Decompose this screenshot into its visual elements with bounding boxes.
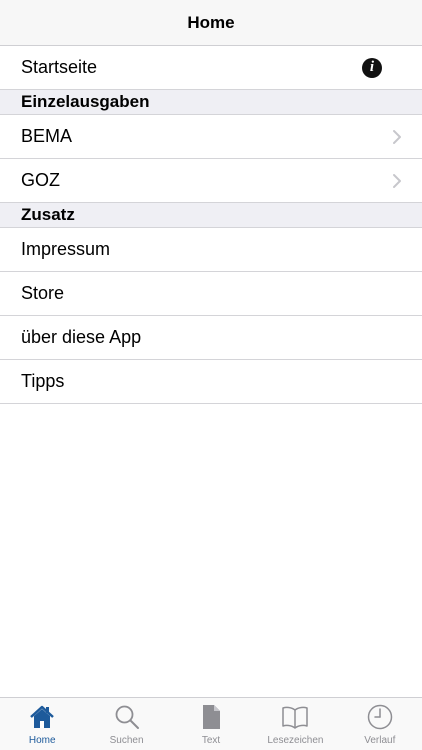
document-icon	[203, 705, 221, 729]
tab-label: Suchen	[109, 735, 144, 746]
navigation-bar: Home	[0, 0, 422, 46]
chevron-right-icon	[393, 129, 401, 144]
list-item-label: Startseite	[21, 57, 98, 77]
list-item-about[interactable]: über diese App	[0, 316, 422, 360]
tab-suchen[interactable]: Suchen	[84, 698, 168, 750]
section-header-label: Einzelausgaben	[21, 92, 150, 111]
tab-bar: Home Suchen Text Lesezeichen Verlauf	[0, 697, 422, 750]
list-item-label: Store	[21, 283, 65, 303]
section-header-label: Zusatz	[21, 205, 75, 224]
menu-list: Startseite i Einzelausgaben BEMA GOZ Zus…	[0, 46, 422, 404]
house-icon	[30, 705, 55, 728]
section-header-einzelausgaben: Einzelausgaben	[0, 90, 422, 115]
tab-text[interactable]: Text	[169, 698, 253, 750]
list-item-label: Impressum	[21, 239, 111, 259]
list-item-impressum[interactable]: Impressum	[0, 228, 422, 272]
list-item-store[interactable]: Store	[0, 272, 422, 316]
tab-label: Verlauf	[364, 735, 396, 746]
tab-label: Text	[201, 735, 221, 746]
tab-verlauf[interactable]: Verlauf	[338, 698, 422, 750]
list-item-startseite[interactable]: Startseite i	[0, 46, 422, 90]
list-item-bema[interactable]: BEMA	[0, 115, 422, 159]
list-item-label: GOZ	[21, 170, 60, 190]
list-item-goz[interactable]: GOZ	[0, 159, 422, 203]
list-item-label: über diese App	[21, 327, 142, 347]
tab-label: Home	[28, 735, 56, 746]
section-header-zusatz: Zusatz	[0, 203, 422, 228]
book-icon	[282, 706, 309, 729]
page-title: Home	[187, 12, 235, 32]
chevron-right-icon	[393, 173, 401, 188]
tab-home[interactable]: Home	[0, 698, 84, 750]
magnifier-icon	[115, 705, 139, 729]
tab-label: Lesezeichen	[267, 735, 324, 746]
list-item-label: BEMA	[21, 126, 73, 146]
clock-icon	[367, 704, 393, 730]
info-icon[interactable]: i	[362, 57, 382, 78]
tab-lesezeichen[interactable]: Lesezeichen	[253, 698, 337, 750]
list-item-tipps[interactable]: Tipps	[0, 360, 422, 404]
list-item-label: Tipps	[21, 371, 65, 391]
